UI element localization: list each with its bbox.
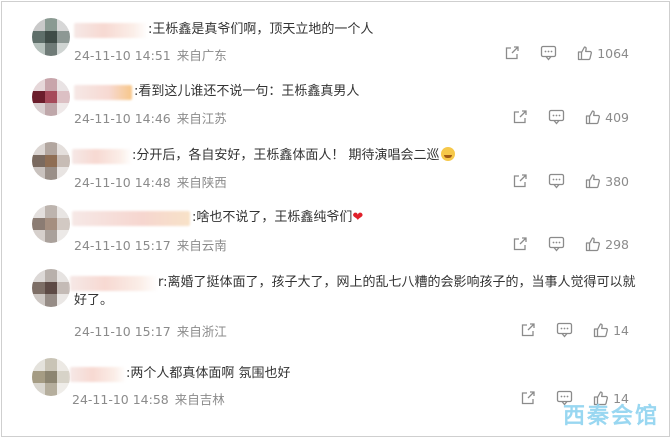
reply-icon xyxy=(541,45,557,61)
like-button[interactable]: 409 xyxy=(585,109,629,125)
comment-text-row: :分开后，各自安好，王栎鑫体面人！ 期待演唱会二巡 xyxy=(132,147,455,165)
like-button[interactable]: 298 xyxy=(585,236,629,252)
smile-emoji xyxy=(440,147,455,161)
comment-actions: 380 xyxy=(512,172,629,190)
like-count: 1064 xyxy=(597,45,629,61)
comment-text: :看到这儿谁还不说一句：王栎鑫真男人 xyxy=(134,84,360,99)
reply-icon xyxy=(548,173,565,189)
share-icon xyxy=(521,323,535,337)
comment-location: 来自陕西 xyxy=(176,175,227,190)
comment-time: 24-11-10 15:17 xyxy=(74,324,171,339)
comment-meta: 24-11-10 15:17 来自浙江 xyxy=(74,321,227,340)
comment-list: :王栎鑫是真爷们啊，顶天立地的一个人 24-11-10 14:51 来自广东 10… xyxy=(1,1,670,437)
comment-time: 24-11-10 14:48 xyxy=(74,175,171,190)
comment-text: :两个人都真体面啊 氛围也好 xyxy=(126,366,291,381)
username[interactable] xyxy=(72,149,132,164)
comment-meta: 24-11-10 14:58 来自吉林 xyxy=(72,389,225,408)
reply-button[interactable] xyxy=(548,109,565,125)
username[interactable] xyxy=(70,367,126,382)
comment-meta: 24-11-10 15:17 来自云南 xyxy=(74,235,227,254)
share-icon xyxy=(521,391,535,405)
comment-actions: 298 xyxy=(512,235,629,253)
share-icon xyxy=(513,110,527,124)
comment-meta: 24-11-10 14:48 来自陕西 xyxy=(74,172,227,191)
avatar[interactable] xyxy=(32,78,70,116)
username[interactable] xyxy=(72,211,190,226)
share-button[interactable] xyxy=(512,236,528,252)
like-count: 298 xyxy=(605,236,629,252)
like-icon xyxy=(585,110,601,125)
reply-button[interactable] xyxy=(548,236,565,252)
comment-actions: 409 xyxy=(512,108,629,126)
comment-meta: 24-11-10 14:51 来自广东 xyxy=(74,45,227,64)
reply-icon xyxy=(548,236,565,252)
comment-time: 24-11-10 14:58 xyxy=(72,392,169,407)
reply-button[interactable] xyxy=(540,45,557,61)
avatar[interactable] xyxy=(32,358,70,396)
comment-location: 来自浙江 xyxy=(176,324,227,339)
like-icon xyxy=(585,174,601,189)
username[interactable] xyxy=(74,23,148,38)
share-icon xyxy=(506,46,519,60)
like-button[interactable]: 1064 xyxy=(577,45,629,61)
avatar[interactable] xyxy=(32,205,70,243)
comment-location: 来自云南 xyxy=(176,238,227,253)
comment-time: 24-11-10 15:17 xyxy=(74,238,171,253)
reply-icon xyxy=(556,322,573,338)
like-count: 14 xyxy=(613,322,629,338)
like-icon xyxy=(578,46,593,61)
comment-text: :分开后，各自安好，王栎鑫体面人！ 期待演唱会二巡 xyxy=(132,148,440,163)
comment-actions: 1064 xyxy=(504,44,629,62)
share-icon xyxy=(513,174,527,188)
comment-location: 来自江苏 xyxy=(176,111,227,126)
comment-location: 来自广东 xyxy=(176,48,227,63)
comment-text-row: :啥也不说了，王栎鑫纯爷们❤ xyxy=(192,209,363,227)
comment-time: 24-11-10 14:51 xyxy=(74,48,171,63)
comment-text: :王栎鑫是真爷们啊，顶天立地的一个人 xyxy=(148,22,374,37)
reply-button[interactable] xyxy=(548,173,565,189)
like-icon xyxy=(593,323,609,338)
comment-meta: 24-11-10 14:46 来自江苏 xyxy=(74,108,227,127)
comment-time: 24-11-10 14:46 xyxy=(74,111,171,126)
reply-icon xyxy=(548,109,565,125)
avatar[interactable] xyxy=(32,142,70,180)
reply-button[interactable] xyxy=(556,322,573,338)
share-icon xyxy=(513,237,527,251)
like-icon xyxy=(585,237,601,252)
comment-text: r:离婚了挺体面了，孩子大了，网上的乱七八糟的会影响孩子的，当事人觉得可以就好了… xyxy=(74,275,636,308)
avatar[interactable] xyxy=(32,18,70,56)
comment-actions: 14 xyxy=(520,321,629,339)
share-button[interactable] xyxy=(512,173,528,189)
heart-emoji: ❤ xyxy=(352,210,364,225)
like-button[interactable]: 380 xyxy=(585,173,629,189)
comment-text: :啥也不说了，王栎鑫纯爷们 xyxy=(192,210,353,225)
share-button[interactable] xyxy=(504,45,520,61)
share-button[interactable] xyxy=(520,390,536,406)
username[interactable] xyxy=(74,85,132,100)
share-button[interactable] xyxy=(520,322,536,338)
like-count: 380 xyxy=(605,173,629,189)
share-button[interactable] xyxy=(512,109,528,125)
avatar[interactable] xyxy=(32,269,70,307)
like-count: 409 xyxy=(605,109,629,125)
comment-location: 来自吉林 xyxy=(174,392,225,407)
watermark-logo: 西秦会馆 xyxy=(562,404,659,429)
like-button[interactable]: 14 xyxy=(593,322,629,338)
